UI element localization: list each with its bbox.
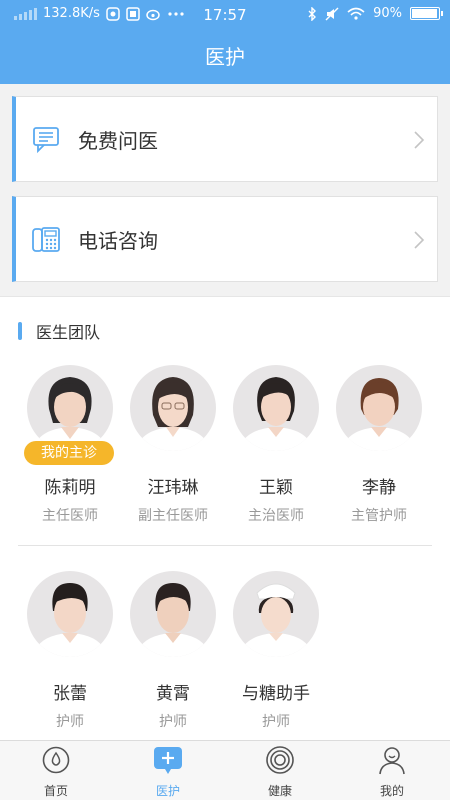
doctor-card[interactable]: 黄霄 护师 (121, 571, 225, 731)
doctor-avatar (130, 571, 216, 657)
doctor-avatar (336, 365, 422, 451)
section-accent-bar (18, 322, 22, 340)
section-title: 医生团队 (18, 319, 100, 343)
free-consult-card[interactable]: 免费问医 (12, 96, 438, 182)
doctor-card[interactable]: 王颖 主治医师 (224, 365, 328, 525)
doctor-name: 李静 (362, 478, 396, 498)
doctor-title: 副主任医师 (138, 508, 208, 524)
person-icon (379, 747, 405, 775)
battery-percent: 90% (373, 6, 402, 21)
tab-label: 医护 (155, 784, 180, 798)
chevron-right-icon (414, 131, 425, 149)
battery-icon (410, 7, 443, 20)
phone-consult-card[interactable]: 电话咨询 (12, 196, 438, 282)
doctor-card[interactable]: 张蕾 护师 (18, 571, 122, 731)
status-bar: 132.8K/s 17:57 90% (0, 0, 450, 30)
doctor-name: 张蕾 (53, 684, 87, 704)
doctor-card[interactable]: 我的主诊 陈莉明 主任医师 (18, 365, 122, 525)
plus-chat-icon (154, 747, 182, 774)
doctor-name: 汪玮琳 (147, 478, 199, 498)
bottom-tab-bar: 首页 医护 健康 我的 (0, 740, 450, 800)
doctor-avatar (27, 365, 113, 451)
page-title: 医护 (205, 45, 245, 69)
doctor-title: 主任医师 (42, 508, 98, 524)
chat-bubble-icon (33, 127, 59, 154)
bluetooth-icon (308, 6, 317, 21)
doctor-team-section: 医生团队 我的主诊 陈莉明 主任医师 汪玮琳 副主任医师 王颖 主治医师 李静 … (0, 296, 450, 740)
tab-profile[interactable]: 我的 (336, 741, 448, 800)
doctor-card[interactable]: 汪玮琳 副主任医师 (121, 365, 225, 525)
doctor-title: 主治医师 (248, 508, 304, 524)
chevron-right-icon (414, 231, 425, 249)
doctor-name: 黄霄 (156, 684, 190, 704)
free-consult-label: 免费问医 (78, 128, 158, 153)
row-divider (18, 545, 432, 546)
doctor-name: 陈莉明 (44, 478, 96, 498)
team-title-text: 医生团队 (36, 323, 101, 342)
doctor-card[interactable]: 李静 主管护师 (327, 365, 431, 525)
primary-doctor-badge: 我的主诊 (24, 441, 114, 465)
mute-icon (325, 7, 339, 20)
doctor-title: 护师 (159, 714, 187, 730)
doctor-name: 与糖助手 (242, 684, 310, 704)
doctor-name: 王颖 (259, 478, 293, 498)
health-ring-icon (266, 746, 294, 774)
doctor-title: 护师 (56, 714, 84, 730)
doctor-avatar (233, 365, 319, 451)
wifi-icon (347, 7, 365, 20)
tab-medical[interactable]: 医护 (112, 741, 224, 800)
doctor-title: 主管护师 (351, 508, 407, 524)
doctor-avatar (130, 365, 216, 451)
doctor-avatar (233, 571, 319, 657)
doctor-card[interactable]: 与糖助手 护师 (224, 571, 328, 731)
tab-home[interactable]: 首页 (0, 741, 112, 800)
doctor-avatar (27, 571, 113, 657)
tab-health[interactable]: 健康 (224, 741, 336, 800)
tab-label: 健康 (267, 784, 292, 798)
telephone-icon (32, 227, 60, 252)
header-bar: 132.8K/s 17:57 90% 医护 (0, 0, 450, 84)
phone-consult-label: 电话咨询 (78, 228, 158, 253)
doctor-title: 护师 (262, 714, 290, 730)
tab-label: 首页 (43, 784, 68, 798)
tab-label: 我的 (379, 784, 404, 798)
home-drop-icon (42, 746, 70, 774)
